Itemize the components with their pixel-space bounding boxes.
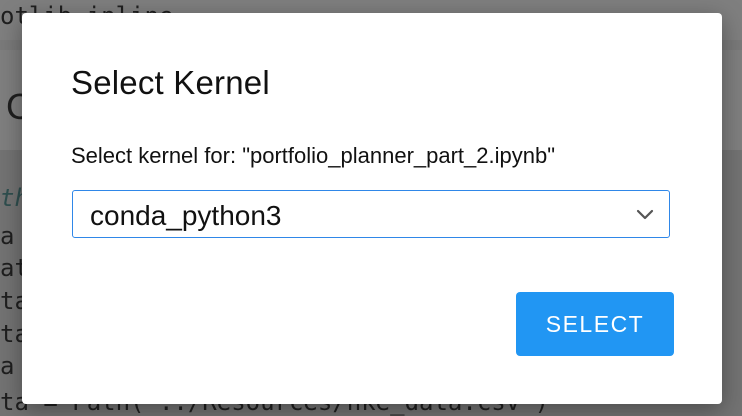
- select-kernel-dialog: Select Kernel Select kernel for: "portfo…: [22, 13, 722, 404]
- select-button[interactable]: SELECT: [516, 292, 674, 356]
- dialog-subtitle: Select kernel for: "portfolio_planner_pa…: [71, 143, 556, 168]
- kernel-select-value: conda_python3: [90, 200, 282, 231]
- dialog-title: Select Kernel: [71, 64, 270, 101]
- chevron-down-icon: [636, 209, 654, 220]
- background-code-line: a: [0, 222, 15, 250]
- background-code-line: a: [0, 352, 15, 380]
- kernel-select-dropdown[interactable]: conda_python3: [72, 190, 670, 238]
